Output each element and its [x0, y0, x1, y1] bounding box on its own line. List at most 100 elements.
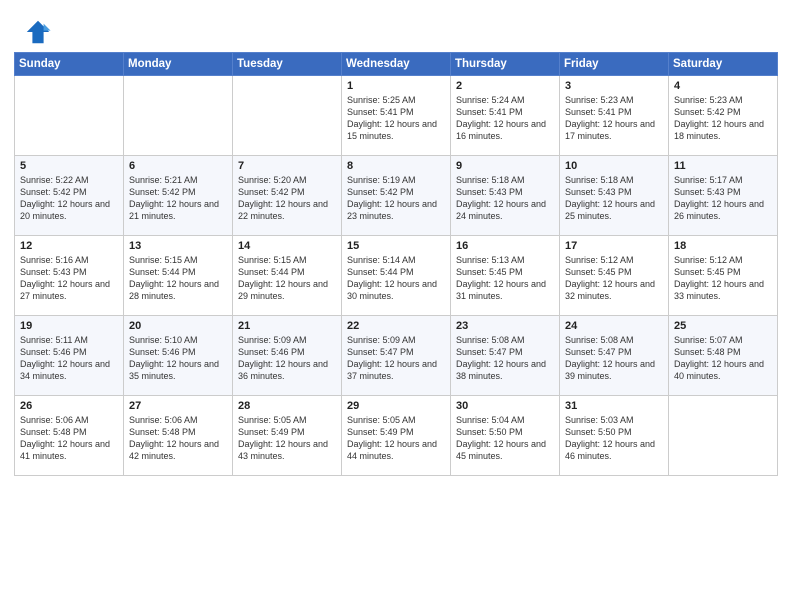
calendar-cell: 28 Sunrise: 5:05 AM Sunset: 5:49 PM Dayli…: [233, 396, 342, 476]
day-number: 20: [129, 320, 227, 332]
calendar-cell: 16Sunrise: 5:13 AM Sunset: 5:45 PM Dayli…: [451, 236, 560, 316]
calendar-cell: 10 Sunrise: 5:18 AM Sunset: 5:43 PM Dayli…: [560, 156, 669, 236]
calendar-cell: 25Sunrise: 5:07 AM Sunset: 5:48 PM Dayli…: [669, 316, 778, 396]
calendar-body: 1 Sunrise: 5:25 AM Sunset: 5:41 PM Daylig…: [15, 76, 778, 476]
day-number: 1: [347, 80, 445, 92]
cell-sun-info: Sunrise: 5:17 AM Sunset: 5:43 PM Dayligh…: [674, 174, 772, 223]
cell-sun-info: Sunrise: 5:09 AM Sunset: 5:46 PM Dayligh…: [238, 334, 336, 383]
cell-sun-info: Sunrise: 5:23 AM Sunset: 5:42 PM Dayligh…: [674, 94, 772, 143]
day-number: 26: [20, 400, 118, 412]
cell-sun-info: Sunrise: 5:22 AM Sunset: 5:42 PM Dayligh…: [20, 174, 118, 223]
day-number: 11: [674, 160, 772, 172]
calendar-wrapper: SundayMondayTuesdayWednesdayThursdayFrid…: [0, 52, 792, 490]
calendar-cell: 9Sunrise: 5:18 AM Sunset: 5:43 PM Daylig…: [451, 156, 560, 236]
day-number: 21: [238, 320, 336, 332]
calendar-cell: 8 Sunrise: 5:19 AM Sunset: 5:42 PM Daylig…: [342, 156, 451, 236]
day-number: 12: [20, 240, 118, 252]
calendar-cell: 27 Sunrise: 5:06 AM Sunset: 5:48 PM Dayli…: [124, 396, 233, 476]
calendar-cell: [669, 396, 778, 476]
calendar-cell: [233, 76, 342, 156]
calendar-cell: 12 Sunrise: 5:16 AM Sunset: 5:43 PM Dayli…: [15, 236, 124, 316]
cell-sun-info: Sunrise: 5:05 AM Sunset: 5:49 PM Dayligh…: [347, 414, 445, 463]
day-number: 27: [129, 400, 227, 412]
day-number: 23: [456, 320, 554, 332]
cell-sun-info: Sunrise: 5:14 AM Sunset: 5:44 PM Dayligh…: [347, 254, 445, 303]
calendar-week-row: 19Sunrise: 5:11 AM Sunset: 5:46 PM Dayli…: [15, 316, 778, 396]
calendar-table: SundayMondayTuesdayWednesdayThursdayFrid…: [14, 52, 778, 476]
cell-sun-info: Sunrise: 5:13 AM Sunset: 5:45 PM Dayligh…: [456, 254, 554, 303]
calendar-cell: 6 Sunrise: 5:21 AM Sunset: 5:42 PM Daylig…: [124, 156, 233, 236]
calendar-cell: 5 Sunrise: 5:22 AM Sunset: 5:42 PM Daylig…: [15, 156, 124, 236]
calendar-cell: 26 Sunrise: 5:06 AM Sunset: 5:48 PM Dayli…: [15, 396, 124, 476]
calendar-cell: 22 Sunrise: 5:09 AM Sunset: 5:47 PM Dayli…: [342, 316, 451, 396]
cell-sun-info: Sunrise: 5:05 AM Sunset: 5:49 PM Dayligh…: [238, 414, 336, 463]
weekday-header: Saturday: [669, 53, 778, 76]
day-number: 7: [238, 160, 336, 172]
calendar-cell: [15, 76, 124, 156]
calendar-cell: [124, 76, 233, 156]
day-number: 28: [238, 400, 336, 412]
calendar-cell: 30Sunrise: 5:04 AM Sunset: 5:50 PM Dayli…: [451, 396, 560, 476]
day-number: 22: [347, 320, 445, 332]
calendar-cell: 23 Sunrise: 5:08 AM Sunset: 5:47 PM Dayli…: [451, 316, 560, 396]
cell-sun-info: Sunrise: 5:18 AM Sunset: 5:43 PM Dayligh…: [565, 174, 663, 223]
calendar-week-row: 5 Sunrise: 5:22 AM Sunset: 5:42 PM Daylig…: [15, 156, 778, 236]
calendar-cell: 7Sunrise: 5:20 AM Sunset: 5:42 PM Daylig…: [233, 156, 342, 236]
day-number: 13: [129, 240, 227, 252]
calendar-cell: 15 Sunrise: 5:14 AM Sunset: 5:44 PM Dayli…: [342, 236, 451, 316]
day-number: 3: [565, 80, 663, 92]
cell-sun-info: Sunrise: 5:06 AM Sunset: 5:48 PM Dayligh…: [20, 414, 118, 463]
logo: [24, 18, 56, 46]
cell-sun-info: Sunrise: 5:08 AM Sunset: 5:47 PM Dayligh…: [456, 334, 554, 383]
cell-sun-info: Sunrise: 5:21 AM Sunset: 5:42 PM Dayligh…: [129, 174, 227, 223]
cell-sun-info: Sunrise: 5:16 AM Sunset: 5:43 PM Dayligh…: [20, 254, 118, 303]
calendar-cell: 29Sunrise: 5:05 AM Sunset: 5:49 PM Dayli…: [342, 396, 451, 476]
page-header: [0, 0, 792, 52]
day-number: 10: [565, 160, 663, 172]
weekday-row: SundayMondayTuesdayWednesdayThursdayFrid…: [15, 53, 778, 76]
calendar-cell: 1 Sunrise: 5:25 AM Sunset: 5:41 PM Daylig…: [342, 76, 451, 156]
day-number: 8: [347, 160, 445, 172]
day-number: 24: [565, 320, 663, 332]
cell-sun-info: Sunrise: 5:12 AM Sunset: 5:45 PM Dayligh…: [565, 254, 663, 303]
day-number: 25: [674, 320, 772, 332]
cell-sun-info: Sunrise: 5:25 AM Sunset: 5:41 PM Dayligh…: [347, 94, 445, 143]
day-number: 19: [20, 320, 118, 332]
day-number: 17: [565, 240, 663, 252]
cell-sun-info: Sunrise: 5:15 AM Sunset: 5:44 PM Dayligh…: [129, 254, 227, 303]
calendar-week-row: 12 Sunrise: 5:16 AM Sunset: 5:43 PM Dayli…: [15, 236, 778, 316]
cell-sun-info: Sunrise: 5:03 AM Sunset: 5:50 PM Dayligh…: [565, 414, 663, 463]
calendar-cell: 13 Sunrise: 5:15 AM Sunset: 5:44 PM Dayli…: [124, 236, 233, 316]
day-number: 5: [20, 160, 118, 172]
day-number: 18: [674, 240, 772, 252]
cell-sun-info: Sunrise: 5:15 AM Sunset: 5:44 PM Dayligh…: [238, 254, 336, 303]
cell-sun-info: Sunrise: 5:06 AM Sunset: 5:48 PM Dayligh…: [129, 414, 227, 463]
calendar-cell: 4Sunrise: 5:23 AM Sunset: 5:42 PM Daylig…: [669, 76, 778, 156]
calendar-cell: 21 Sunrise: 5:09 AM Sunset: 5:46 PM Dayli…: [233, 316, 342, 396]
day-number: 6: [129, 160, 227, 172]
day-number: 31: [565, 400, 663, 412]
day-number: 15: [347, 240, 445, 252]
calendar-cell: 24 Sunrise: 5:08 AM Sunset: 5:47 PM Dayli…: [560, 316, 669, 396]
calendar-week-row: 26 Sunrise: 5:06 AM Sunset: 5:48 PM Dayli…: [15, 396, 778, 476]
cell-sun-info: Sunrise: 5:09 AM Sunset: 5:47 PM Dayligh…: [347, 334, 445, 383]
weekday-header: Sunday: [15, 53, 124, 76]
calendar-cell: 3 Sunrise: 5:23 AM Sunset: 5:41 PM Daylig…: [560, 76, 669, 156]
cell-sun-info: Sunrise: 5:04 AM Sunset: 5:50 PM Dayligh…: [456, 414, 554, 463]
calendar-header: SundayMondayTuesdayWednesdayThursdayFrid…: [15, 53, 778, 76]
logo-icon: [24, 18, 52, 46]
calendar-cell: 18 Sunrise: 5:12 AM Sunset: 5:45 PM Dayli…: [669, 236, 778, 316]
cell-sun-info: Sunrise: 5:19 AM Sunset: 5:42 PM Dayligh…: [347, 174, 445, 223]
weekday-header: Monday: [124, 53, 233, 76]
calendar-cell: 2Sunrise: 5:24 AM Sunset: 5:41 PM Daylig…: [451, 76, 560, 156]
cell-sun-info: Sunrise: 5:23 AM Sunset: 5:41 PM Dayligh…: [565, 94, 663, 143]
cell-sun-info: Sunrise: 5:24 AM Sunset: 5:41 PM Dayligh…: [456, 94, 554, 143]
calendar-cell: 19Sunrise: 5:11 AM Sunset: 5:46 PM Dayli…: [15, 316, 124, 396]
calendar-cell: 11 Sunrise: 5:17 AM Sunset: 5:43 PM Dayli…: [669, 156, 778, 236]
calendar-week-row: 1 Sunrise: 5:25 AM Sunset: 5:41 PM Daylig…: [15, 76, 778, 156]
cell-sun-info: Sunrise: 5:08 AM Sunset: 5:47 PM Dayligh…: [565, 334, 663, 383]
cell-sun-info: Sunrise: 5:12 AM Sunset: 5:45 PM Dayligh…: [674, 254, 772, 303]
calendar-cell: 17 Sunrise: 5:12 AM Sunset: 5:45 PM Dayli…: [560, 236, 669, 316]
weekday-header: Tuesday: [233, 53, 342, 76]
calendar-cell: 31 Sunrise: 5:03 AM Sunset: 5:50 PM Dayli…: [560, 396, 669, 476]
